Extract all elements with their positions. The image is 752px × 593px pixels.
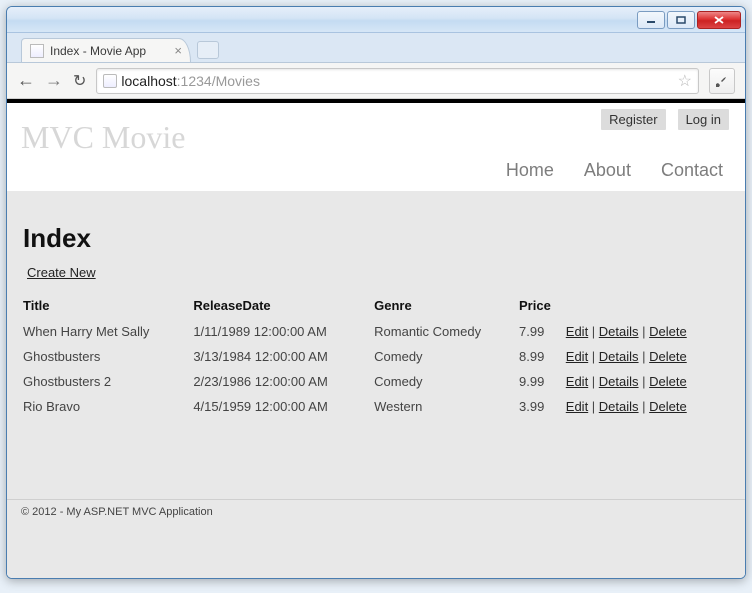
- table-row: When Harry Met Sally1/11/1989 12:00:00 A…: [23, 319, 729, 344]
- browser-tab[interactable]: Index - Movie App ×: [21, 38, 191, 62]
- cell-actions: Edit | Details | Delete: [566, 319, 729, 344]
- settings-wrench-button[interactable]: [709, 68, 735, 94]
- page-footer: © 2012 - My ASP.NET MVC Application: [7, 499, 745, 578]
- cell-price: 8.99: [519, 344, 566, 369]
- cell-price: 9.99: [519, 369, 566, 394]
- cell-title: Ghostbusters: [23, 344, 193, 369]
- tab-strip: Index - Movie App ×: [7, 33, 745, 63]
- url-text: localhost:1234/Movies: [121, 73, 673, 89]
- delete-link[interactable]: Delete: [649, 399, 687, 414]
- nav-contact[interactable]: Contact: [661, 160, 723, 181]
- cell-release: 4/15/1959 12:00:00 AM: [193, 394, 374, 419]
- register-link[interactable]: Register: [601, 109, 665, 130]
- cell-title: Ghostbusters 2: [23, 369, 193, 394]
- page-viewport: Register Log in MVC Movie Home About Con…: [7, 99, 745, 578]
- browser-window: Index - Movie App × ← → ↻ localhost:1234…: [6, 6, 746, 579]
- details-link[interactable]: Details: [599, 374, 639, 389]
- cell-actions: Edit | Details | Delete: [566, 394, 729, 419]
- cell-genre: Comedy: [374, 369, 519, 394]
- col-genre: Genre: [374, 292, 519, 319]
- details-link[interactable]: Details: [599, 399, 639, 414]
- edit-link[interactable]: Edit: [566, 324, 588, 339]
- delete-link[interactable]: Delete: [649, 349, 687, 364]
- page-title: Index: [23, 223, 729, 254]
- table-header-row: Title ReleaseDate Genre Price: [23, 292, 729, 319]
- login-link[interactable]: Log in: [678, 109, 729, 130]
- cell-actions: Edit | Details | Delete: [566, 344, 729, 369]
- url-host: localhost: [121, 73, 176, 89]
- delete-link[interactable]: Delete: [649, 374, 687, 389]
- tab-close-icon[interactable]: ×: [174, 43, 182, 58]
- cell-release: 3/13/1984 12:00:00 AM: [193, 344, 374, 369]
- edit-link[interactable]: Edit: [566, 374, 588, 389]
- back-button[interactable]: ←: [17, 70, 35, 91]
- table-row: Ghostbusters 22/23/1986 12:00:00 AMComed…: [23, 369, 729, 394]
- forward-button[interactable]: →: [45, 70, 63, 91]
- table-row: Rio Bravo4/15/1959 12:00:00 AMWestern3.9…: [23, 394, 729, 419]
- page-content: Index Create New Title ReleaseDate Genre…: [7, 191, 745, 499]
- movies-table: Title ReleaseDate Genre Price When Harry…: [23, 292, 729, 419]
- tab-title: Index - Movie App: [50, 44, 146, 58]
- url-path: :1234/Movies: [177, 73, 260, 89]
- cell-genre: Comedy: [374, 344, 519, 369]
- col-price: Price: [519, 292, 566, 319]
- col-title: Title: [23, 292, 193, 319]
- minimize-button[interactable]: [637, 11, 665, 29]
- create-new-link[interactable]: Create New: [27, 265, 96, 280]
- details-link[interactable]: Details: [599, 324, 639, 339]
- window-titlebar: [7, 7, 745, 33]
- site-header: Register Log in MVC Movie Home About Con…: [7, 103, 745, 191]
- maximize-button[interactable]: [667, 11, 695, 29]
- new-tab-button[interactable]: [197, 41, 219, 59]
- delete-link[interactable]: Delete: [649, 324, 687, 339]
- site-icon: [103, 74, 117, 88]
- edit-link[interactable]: Edit: [566, 349, 588, 364]
- bookmark-star-icon[interactable]: ☆: [678, 71, 692, 91]
- cell-actions: Edit | Details | Delete: [566, 369, 729, 394]
- cell-price: 3.99: [519, 394, 566, 419]
- cell-title: Rio Bravo: [23, 394, 193, 419]
- nav-links: Home About Contact: [7, 156, 745, 191]
- favicon-icon: [30, 44, 44, 58]
- auth-links: Register Log in: [601, 109, 729, 130]
- cell-genre: Romantic Comedy: [374, 319, 519, 344]
- cell-release: 2/23/1986 12:00:00 AM: [193, 369, 374, 394]
- nav-about[interactable]: About: [584, 160, 631, 181]
- close-button[interactable]: [697, 11, 741, 29]
- address-bar[interactable]: localhost:1234/Movies ☆: [96, 68, 699, 94]
- reload-button[interactable]: ↻: [73, 71, 86, 91]
- edit-link[interactable]: Edit: [566, 399, 588, 414]
- browser-toolbar: ← → ↻ localhost:1234/Movies ☆: [7, 63, 745, 99]
- cell-genre: Western: [374, 394, 519, 419]
- table-row: Ghostbusters3/13/1984 12:00:00 AMComedy8…: [23, 344, 729, 369]
- details-link[interactable]: Details: [599, 349, 639, 364]
- col-release: ReleaseDate: [193, 292, 374, 319]
- cell-title: When Harry Met Sally: [23, 319, 193, 344]
- nav-home[interactable]: Home: [506, 160, 554, 181]
- cell-price: 7.99: [519, 319, 566, 344]
- cell-release: 1/11/1989 12:00:00 AM: [193, 319, 374, 344]
